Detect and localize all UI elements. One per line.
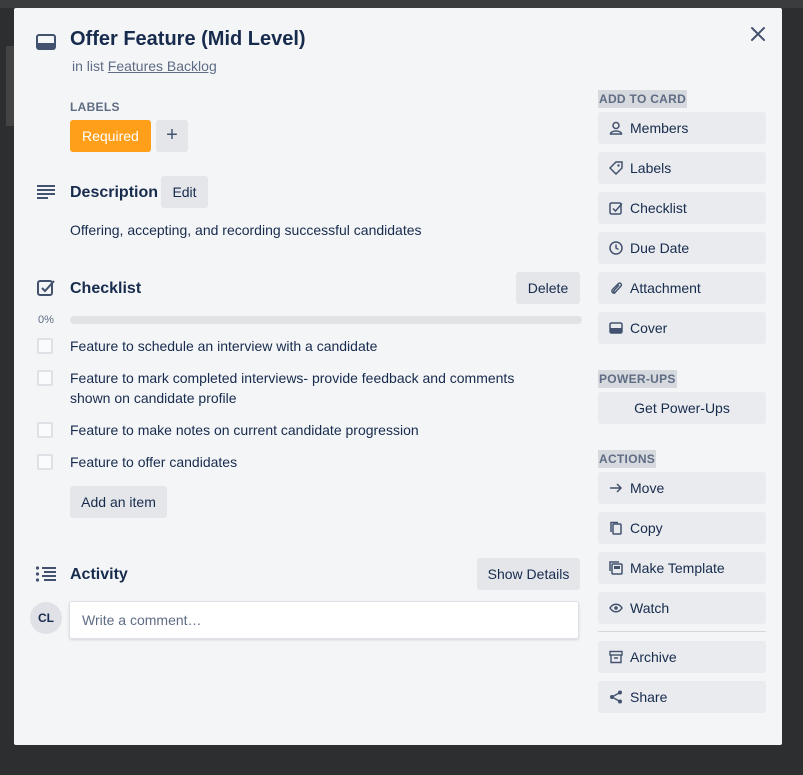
power-ups-heading: POWER-UPS: [598, 370, 677, 388]
add-checklist-item-button[interactable]: Add an item: [70, 486, 167, 518]
due-date-button[interactable]: Due Date: [598, 232, 766, 264]
watch-button[interactable]: Watch: [598, 592, 766, 624]
cover-label: Cover: [630, 320, 668, 336]
tag-icon: [608, 160, 624, 176]
checklist-item-text[interactable]: Feature to make notes on current candida…: [70, 420, 530, 440]
checklist-item-checkbox[interactable]: [37, 370, 53, 386]
attachment-label: Attachment: [630, 280, 701, 296]
board-backdrop-list: [6, 46, 14, 126]
attachment-button[interactable]: Attachment: [598, 272, 766, 304]
checklist-heading[interactable]: Checklist: [70, 280, 141, 298]
move-label: Move: [630, 480, 665, 496]
card-list-info: in list Features Backlog: [72, 58, 217, 74]
card-cover-icon: [608, 320, 624, 336]
labels-heading: LABELS: [70, 100, 120, 114]
watch-label: Watch: [630, 600, 670, 616]
card-title[interactable]: Offer Feature (Mid Level): [70, 28, 306, 51]
checklist-item-text[interactable]: Feature to schedule an interview with a …: [70, 336, 530, 356]
arrow-right-icon: [608, 480, 624, 496]
clock-icon: [608, 240, 624, 256]
checklist-item-checkbox[interactable]: [37, 338, 53, 354]
card-detail-modal: Offer Feature (Mid Level) in list Featur…: [14, 8, 782, 745]
close-icon[interactable]: [746, 22, 770, 46]
delete-checklist-button[interactable]: Delete: [516, 272, 580, 304]
actions-heading: ACTIONS: [598, 450, 657, 468]
checklist-item-checkbox[interactable]: [37, 454, 53, 470]
avatar[interactable]: CL: [30, 602, 62, 634]
checklist-button[interactable]: Checklist: [598, 192, 766, 224]
due-date-label: Due Date: [630, 240, 690, 256]
person-icon: [608, 120, 624, 136]
archive-button[interactable]: Archive: [598, 641, 766, 673]
card-icon: [34, 30, 58, 54]
eye-icon: [608, 600, 624, 616]
description-icon: [34, 180, 58, 204]
copy-button[interactable]: Copy: [598, 512, 766, 544]
make-template-button[interactable]: Make Template: [598, 552, 766, 584]
board-backdrop-top: [0, 0, 803, 8]
checklist-item-text[interactable]: Feature to offer candidates: [70, 452, 530, 472]
archive-label: Archive: [630, 649, 677, 665]
label-required[interactable]: Required: [70, 120, 151, 152]
list-name-link[interactable]: Features Backlog: [108, 58, 217, 74]
edit-description-button[interactable]: Edit: [161, 176, 208, 208]
get-power-ups-button[interactable]: Get Power-Ups: [598, 392, 766, 424]
comment-input[interactable]: [69, 601, 579, 639]
checkbox-icon: [608, 200, 624, 216]
members-label: Members: [630, 120, 689, 136]
checklist-item-text[interactable]: Feature to mark completed interviews- pr…: [70, 368, 530, 408]
archive-icon: [608, 649, 624, 665]
labels-button[interactable]: Labels: [598, 152, 766, 184]
checklist-icon: [34, 276, 58, 300]
add-to-card-heading: ADD TO CARD: [598, 90, 688, 108]
actions-divider: [598, 631, 766, 632]
checklist-item-checkbox[interactable]: [37, 422, 53, 438]
checklist-progress-bar: [70, 316, 582, 324]
share-label: Share: [630, 689, 668, 705]
paperclip-icon: [608, 280, 624, 296]
copy-icon: [608, 520, 624, 536]
description-text[interactable]: Offering, accepting, and recording succe…: [70, 222, 422, 238]
share-icon: [608, 689, 624, 705]
make-template-label: Make Template: [630, 560, 725, 576]
cover-button[interactable]: Cover: [598, 312, 766, 344]
template-icon: [608, 560, 624, 576]
activity-icon: [34, 562, 58, 586]
checklist-label: Checklist: [630, 200, 687, 216]
add-label-button[interactable]: +: [156, 120, 188, 152]
checklist-progress-percent: 0%: [38, 314, 54, 326]
share-button[interactable]: Share: [598, 681, 766, 713]
activity-heading: Activity: [70, 566, 128, 583]
in-list-prefix: in list: [72, 58, 104, 74]
description-heading: Description: [70, 184, 159, 201]
members-button[interactable]: Members: [598, 112, 766, 144]
labels-label: Labels: [630, 160, 672, 176]
copy-label: Copy: [630, 520, 663, 536]
show-details-button[interactable]: Show Details: [477, 558, 580, 590]
move-button[interactable]: Move: [598, 472, 766, 504]
